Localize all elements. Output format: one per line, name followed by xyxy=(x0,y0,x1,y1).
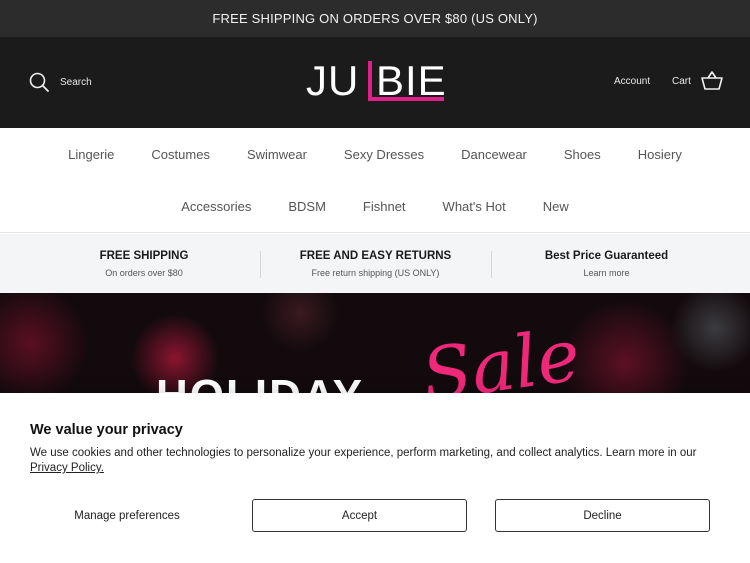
svg-text:BIE: BIE xyxy=(376,57,446,104)
main-navigation: Lingerie Costumes Swimwear Sexy Dresses … xyxy=(0,128,750,233)
privacy-policy-link[interactable]: Privacy Policy. xyxy=(30,462,104,474)
svg-text:JU: JU xyxy=(306,57,359,104)
cookie-consent-banner: We value your privacy We use cookies and… xyxy=(0,393,750,563)
cookie-title: We value your privacy xyxy=(30,422,183,438)
feature-returns: FREE AND EASY RETURNS Free return shippi… xyxy=(260,234,491,293)
nav-item-fishnet[interactable]: Fishnet xyxy=(363,199,406,214)
nav-item-lingerie[interactable]: Lingerie xyxy=(68,147,114,162)
feature-subtitle: On orders over $80 xyxy=(105,267,183,278)
search-icon xyxy=(29,72,49,92)
feature-title: FREE SHIPPING xyxy=(99,249,189,262)
announcement-bar: FREE SHIPPING ON ORDERS OVER $80 (US ONL… xyxy=(0,0,750,37)
account-link[interactable]: Account xyxy=(614,76,650,87)
nav-item-dancewear[interactable]: Dancewear xyxy=(461,147,527,162)
cookie-body-text: We use cookies and other technologies to… xyxy=(30,447,697,459)
nav-item-costumes[interactable]: Costumes xyxy=(151,147,210,162)
nav-item-shoes[interactable]: Shoes xyxy=(564,147,601,162)
banner-bokeh xyxy=(0,293,90,403)
site-header: Search JU BIE Account Cart xyxy=(0,37,750,128)
cart-button[interactable]: Cart xyxy=(672,71,723,91)
nav-item-hosiery[interactable]: Hosiery xyxy=(638,147,682,162)
nav-item-whats-hot[interactable]: What's Hot xyxy=(443,199,506,214)
nav-item-new[interactable]: New xyxy=(543,199,569,214)
banner-bokeh xyxy=(260,293,340,353)
manage-preferences-button[interactable]: Manage preferences xyxy=(30,499,224,532)
julbie-logo[interactable]: JU BIE xyxy=(306,57,446,105)
announcement-text: FREE SHIPPING ON ORDERS OVER $80 (US ONL… xyxy=(212,11,538,26)
nav-item-accessories[interactable]: Accessories xyxy=(181,199,251,214)
decline-button[interactable]: Decline xyxy=(495,499,710,532)
cookie-body: We use cookies and other technologies to… xyxy=(30,446,720,476)
search-label: Search xyxy=(60,76,92,88)
search-button[interactable]: Search xyxy=(29,72,92,92)
feature-free-shipping: FREE SHIPPING On orders over $80 xyxy=(28,234,260,293)
nav-item-sexy-dresses[interactable]: Sexy Dresses xyxy=(344,147,424,162)
feature-title: FREE AND EASY RETURNS xyxy=(299,249,452,262)
nav-item-swimwear[interactable]: Swimwear xyxy=(247,147,307,162)
banner-sale-text: Sale xyxy=(416,312,585,403)
nav-item-bdsm[interactable]: BDSM xyxy=(288,199,326,214)
feature-learn-more-link[interactable]: Learn more xyxy=(583,268,629,278)
cart-label: Cart xyxy=(672,75,691,87)
feature-best-price[interactable]: Best Price Guaranteed Learn more xyxy=(491,234,722,293)
holiday-sale-banner[interactable]: HOLIDAY Sale xyxy=(0,293,750,403)
cart-icon xyxy=(701,71,723,90)
feature-bar: FREE SHIPPING On orders over $80 FREE AN… xyxy=(0,234,750,293)
feature-title: Best Price Guaranteed xyxy=(544,249,669,262)
accept-button[interactable]: Accept xyxy=(252,499,467,532)
feature-subtitle: Free return shipping (US ONLY) xyxy=(311,267,440,278)
